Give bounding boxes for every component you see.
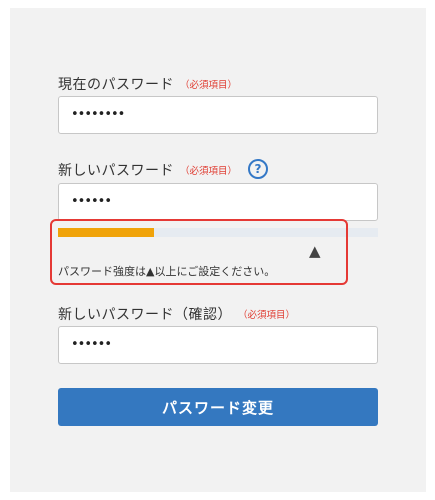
current-password-required-note: （必須項目） [180, 80, 238, 91]
current-password-label: 現在のパスワード [58, 77, 174, 93]
new-password-required-note: （必須項目） [180, 166, 238, 177]
confirm-password-field[interactable]: •••••• [58, 326, 378, 364]
new-password-field[interactable]: •••••• [58, 183, 378, 221]
help-icon[interactable]: ? [248, 159, 268, 179]
confirm-password-required-note: （必須項目） [238, 310, 296, 321]
strength-highlight-box [50, 219, 348, 285]
confirm-password-label: 新しいパスワード（確認） [58, 307, 232, 323]
new-password-label: 新しいパスワード [58, 163, 174, 179]
current-password-field[interactable]: •••••••• [58, 96, 378, 134]
change-password-button[interactable]: パスワード変更 [58, 388, 378, 426]
